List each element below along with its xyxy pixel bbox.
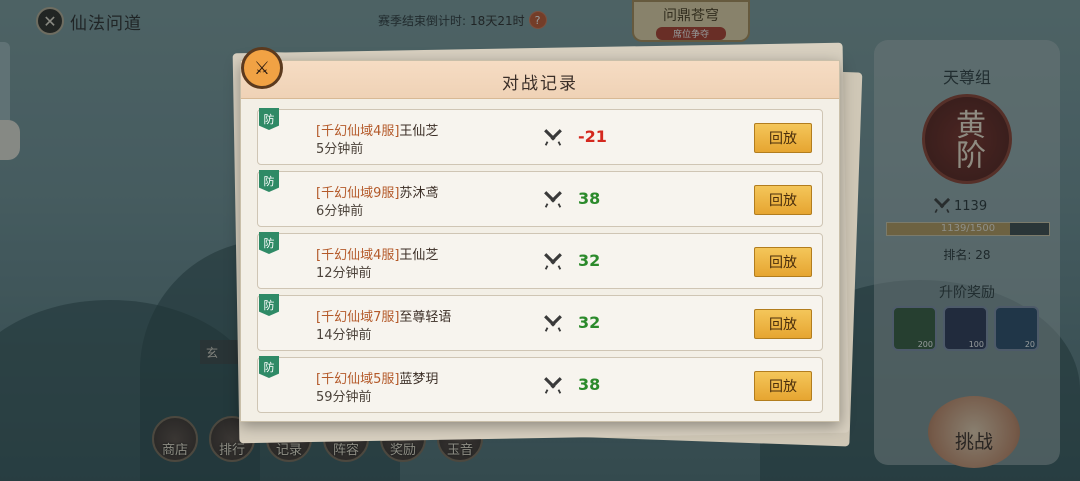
record-score: -21	[578, 127, 607, 146]
record-score: 38	[578, 375, 601, 394]
record-time: 14分钟前	[316, 328, 372, 343]
opponent-server: [千幻仙域9服]	[316, 186, 400, 201]
record-opponent: [千幻仙域9服]苏沐鸢	[316, 182, 438, 201]
defense-tag: 防	[259, 170, 279, 192]
record-row: 防 [千幻仙域5服]蓝梦玥 59分钟前 38 回放	[257, 356, 823, 413]
record-time: 12分钟前	[316, 266, 372, 281]
opponent-server: [千幻仙域7服]	[316, 310, 400, 325]
opponent-name: 蓝梦玥	[399, 372, 439, 387]
record-opponent: [千幻仙域4服]王仙芝	[316, 244, 438, 263]
record-opponent: [千幻仙域4服]王仙芝	[316, 120, 438, 139]
defense-tag: 防	[259, 356, 279, 378]
mascot-icon: ⚔	[241, 47, 283, 89]
opponent-name: 王仙芝	[399, 124, 439, 139]
record-row: 防 [千幻仙域4服]王仙芝 5分钟前 -21 回放	[257, 108, 823, 165]
replay-button[interactable]: 回放	[754, 309, 812, 339]
record-opponent: [千幻仙域7服]至尊轻语	[316, 306, 451, 325]
swords-icon	[544, 191, 562, 208]
defense-tag: 防	[259, 232, 279, 254]
replay-button[interactable]: 回放	[754, 185, 812, 215]
record-list: 防 [千幻仙域4服]王仙芝 5分钟前 -21 回放 防 [千幻仙域9服]苏沐鸢 …	[257, 108, 823, 419]
swords-icon	[544, 129, 562, 146]
record-score: 38	[578, 189, 601, 208]
record-time: 59分钟前	[316, 390, 372, 405]
opponent-server: [千幻仙域4服]	[316, 124, 400, 139]
defense-tag: 防	[259, 294, 279, 316]
record-opponent: [千幻仙域5服]蓝梦玥	[316, 368, 438, 387]
record-row: 防 [千幻仙域9服]苏沐鸢 6分钟前 38 回放	[257, 170, 823, 227]
opponent-server: [千幻仙域5服]	[316, 372, 400, 387]
dialog-header: 对战记录	[241, 61, 839, 99]
swords-icon	[544, 377, 562, 394]
record-score: 32	[578, 251, 601, 270]
defense-tag: 防	[259, 108, 279, 130]
opponent-name: 王仙芝	[399, 248, 439, 263]
dialog-title: 对战记录	[502, 74, 578, 94]
replay-button[interactable]: 回放	[754, 123, 812, 153]
swords-icon	[544, 253, 562, 270]
record-score: 32	[578, 313, 601, 332]
opponent-server: [千幻仙域4服]	[316, 248, 400, 263]
record-time: 5分钟前	[316, 142, 364, 157]
replay-button[interactable]: 回放	[754, 371, 812, 401]
record-time: 6分钟前	[316, 204, 364, 219]
replay-button[interactable]: 回放	[754, 247, 812, 277]
opponent-name: 至尊轻语	[399, 310, 452, 325]
battle-record-dialog: 对战记录 ⚔ 防 [千幻仙域4服]王仙芝 5分钟前 -21 回放 防 [千幻仙域…	[240, 47, 840, 422]
record-row: 防 [千幻仙域4服]王仙芝 12分钟前 32 回放	[257, 232, 823, 289]
opponent-name: 苏沐鸢	[399, 186, 439, 201]
record-row: 防 [千幻仙域7服]至尊轻语 14分钟前 32 回放	[257, 294, 823, 351]
swords-icon	[544, 315, 562, 332]
